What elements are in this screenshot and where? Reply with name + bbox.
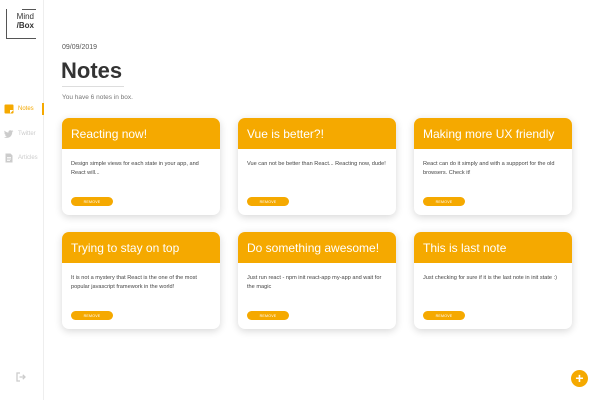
remove-button[interactable]: REMOVE <box>247 311 289 320</box>
notes-count: You have 6 notes in box. <box>62 94 133 101</box>
note-text: It is not a mystery that React is the on… <box>71 275 197 290</box>
note-card: Reacting now! Design simple views for ea… <box>62 118 220 215</box>
note-title: Vue is better?! <box>238 118 396 149</box>
note-title: Trying to stay on top <box>62 232 220 263</box>
logo-line-2: /Box <box>16 21 34 30</box>
note-title: This is last note <box>414 232 572 263</box>
logo-line-1: Mind <box>16 12 34 21</box>
remove-button[interactable]: REMOVE <box>423 197 465 206</box>
logo[interactable]: Mind /Box <box>6 9 36 39</box>
sidebar-item-articles[interactable]: Articles <box>0 151 44 165</box>
logout-icon[interactable] <box>16 372 26 382</box>
sidebar-item-notes[interactable]: Notes <box>0 102 44 116</box>
note-card: Vue is better?! Vue can not be better th… <box>238 118 396 215</box>
remove-button[interactable]: REMOVE <box>247 197 289 206</box>
sidebar: Mind /Box Notes Twitter Articles <box>0 0 44 400</box>
note-card: Do something awesome! Just run react - n… <box>238 232 396 329</box>
article-icon <box>5 153 13 163</box>
note-text: Design simple views for each state in yo… <box>71 161 199 176</box>
remove-button[interactable]: REMOVE <box>71 197 113 206</box>
note-icon <box>4 104 14 114</box>
remove-button[interactable]: REMOVE <box>423 311 465 320</box>
notes-grid: Reacting now! Design simple views for ea… <box>62 118 574 329</box>
active-marker <box>42 103 44 115</box>
note-card: This is last note Just checking for sure… <box>414 232 572 329</box>
sidebar-item-label: Articles <box>18 155 38 161</box>
sidebar-item-label: Twitter <box>18 131 36 137</box>
note-title: Making more UX friendly <box>414 118 572 149</box>
note-text: Just checking for sure if it is the last… <box>423 275 557 281</box>
logo-bar <box>22 9 36 10</box>
note-text: Just run react - npm init react-app my-a… <box>247 275 382 290</box>
twitter-icon <box>4 130 14 138</box>
sidebar-item-label: Notes <box>18 106 34 112</box>
note-card: Trying to stay on top It is not a myster… <box>62 232 220 329</box>
note-title: Do something awesome! <box>238 232 396 263</box>
date-label: 09/09/2019 <box>62 44 98 51</box>
page-title: Notes <box>61 58 123 83</box>
add-note-button[interactable]: + <box>571 370 588 387</box>
title-underline <box>62 86 124 87</box>
note-text: Vue can not be better than React... Reac… <box>247 161 386 167</box>
remove-button[interactable]: REMOVE <box>71 311 113 320</box>
sidebar-item-twitter[interactable]: Twitter <box>0 127 44 141</box>
note-text: React can do it simply and with a supppo… <box>423 161 555 176</box>
note-card: Making more UX friendly React can do it … <box>414 118 572 215</box>
note-title: Reacting now! <box>62 118 220 149</box>
